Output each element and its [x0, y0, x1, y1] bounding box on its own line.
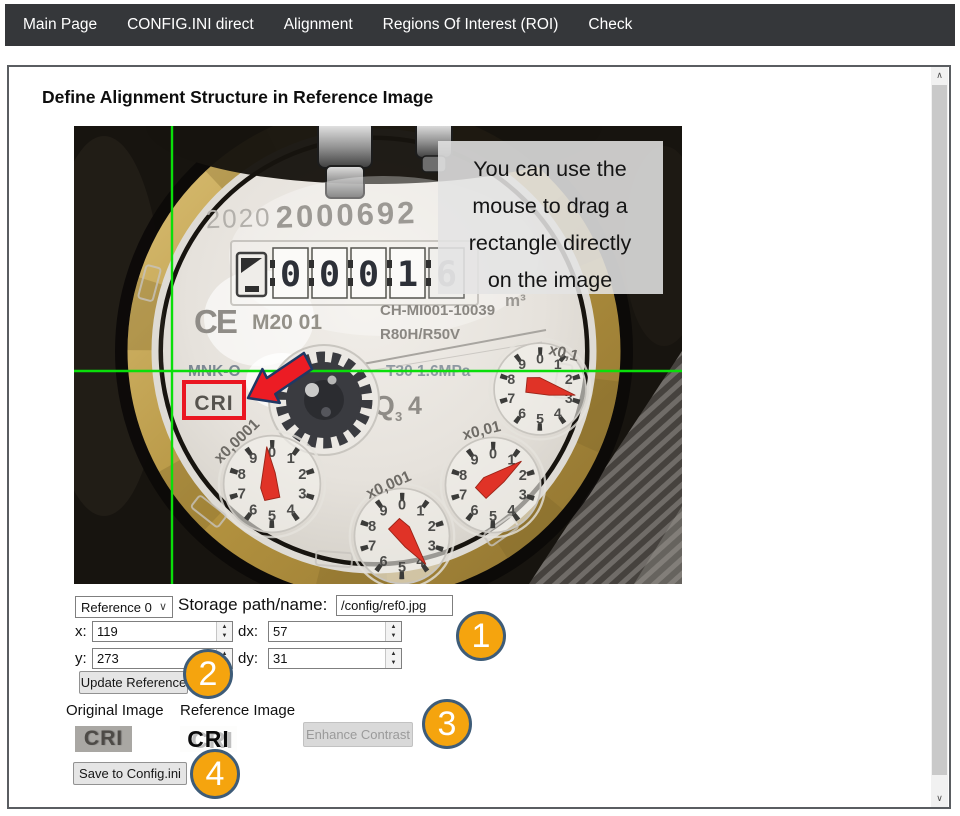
- svg-text:0: 0: [319, 255, 340, 295]
- update-reference-button[interactable]: Update Reference: [79, 671, 188, 694]
- dial-x001: [441, 433, 545, 537]
- spin-up-icon[interactable]: ▲: [386, 622, 401, 632]
- storage-path-input[interactable]: [336, 595, 453, 616]
- svg-text:3: 3: [395, 409, 402, 424]
- svg-text:CH-MI001-10039: CH-MI001-10039: [380, 302, 495, 319]
- callout-badge-2: 2: [183, 649, 233, 699]
- top-navbar: Main Page CONFIG.INI direct Alignment Re…: [5, 4, 955, 46]
- reference-image-canvas[interactable]: 0 1 2 3 4 5 6 7 8 9: [74, 126, 682, 584]
- svg-text:4: 4: [408, 392, 422, 420]
- nav-main-page[interactable]: Main Page: [23, 16, 97, 34]
- storage-path-label: Storage path/name:: [178, 595, 327, 615]
- spin-down-icon[interactable]: ▼: [386, 632, 401, 642]
- dx-spinner[interactable]: ▲ ▼: [385, 622, 401, 641]
- y-label: y:: [75, 650, 87, 667]
- scroll-down-icon[interactable]: ∨: [931, 790, 948, 807]
- svg-text:2020: 2020: [205, 202, 272, 234]
- x-input[interactable]: ▲ ▼: [92, 621, 233, 642]
- callout-badge-4: 4: [190, 749, 240, 799]
- spin-up-icon[interactable]: ▲: [386, 649, 401, 659]
- svg-text:2000692: 2000692: [275, 195, 418, 235]
- enhance-contrast-button[interactable]: Enhance Contrast: [303, 722, 413, 747]
- spin-down-icon[interactable]: ▼: [217, 632, 232, 642]
- svg-text:CE: CE: [194, 303, 237, 340]
- scroll-up-icon[interactable]: ∧: [931, 67, 948, 84]
- spin-up-icon[interactable]: ▲: [217, 622, 232, 632]
- svg-text:R80H/R50V: R80H/R50V: [380, 326, 460, 343]
- svg-text:0: 0: [358, 255, 379, 295]
- original-image-label: Original Image: [66, 702, 164, 719]
- svg-text:1: 1: [397, 255, 418, 295]
- dy-spinner[interactable]: ▲ ▼: [385, 649, 401, 668]
- dx-value-field[interactable]: [269, 622, 384, 641]
- nav-alignment[interactable]: Alignment: [284, 16, 353, 34]
- svg-text:on the image: on the image: [488, 268, 612, 292]
- x-label: x:: [75, 623, 87, 640]
- svg-text:M20 01: M20 01: [252, 311, 322, 334]
- svg-text:You can use the: You can use the: [473, 157, 626, 181]
- nav-config-ini[interactable]: CONFIG.INI direct: [127, 16, 254, 34]
- spin-down-icon[interactable]: ▼: [386, 659, 401, 669]
- scrollbar-thumb[interactable]: [932, 85, 947, 775]
- nav-roi[interactable]: Regions Of Interest (ROI): [383, 16, 559, 34]
- callout-badge-3: 3: [422, 699, 472, 749]
- dy-value-field[interactable]: [269, 649, 384, 668]
- dy-label: dy:: [238, 650, 258, 667]
- nav-check[interactable]: Check: [588, 16, 632, 34]
- save-to-config-button[interactable]: Save to Config.ini: [73, 762, 187, 785]
- dx-label: dx:: [238, 623, 258, 640]
- reference-select[interactable]: Reference 0 ∨: [75, 596, 173, 618]
- x-value-field[interactable]: [93, 622, 215, 641]
- dy-input[interactable]: ▲ ▼: [268, 648, 402, 669]
- dx-input[interactable]: ▲ ▼: [268, 621, 402, 642]
- svg-text:rectangle directly: rectangle directly: [469, 231, 632, 255]
- svg-text:mouse to drag a: mouse to drag a: [472, 194, 627, 218]
- callout-badge-1: 1: [456, 611, 506, 661]
- svg-text:0: 0: [280, 255, 301, 295]
- reference-image-label: Reference Image: [180, 702, 295, 719]
- drag-hint-note: You can use the mouse to drag a rectangl…: [438, 141, 663, 294]
- x-spinner[interactable]: ▲ ▼: [216, 622, 232, 641]
- original-image-thumbnail: CRI: [75, 726, 132, 752]
- vertical-scrollbar[interactable]: ∧ ∨: [931, 67, 948, 807]
- page-title: Define Alignment Structure in Reference …: [42, 87, 433, 108]
- reference-image-thumbnail: CRI: [180, 726, 237, 752]
- roi-text: CRI: [194, 392, 233, 415]
